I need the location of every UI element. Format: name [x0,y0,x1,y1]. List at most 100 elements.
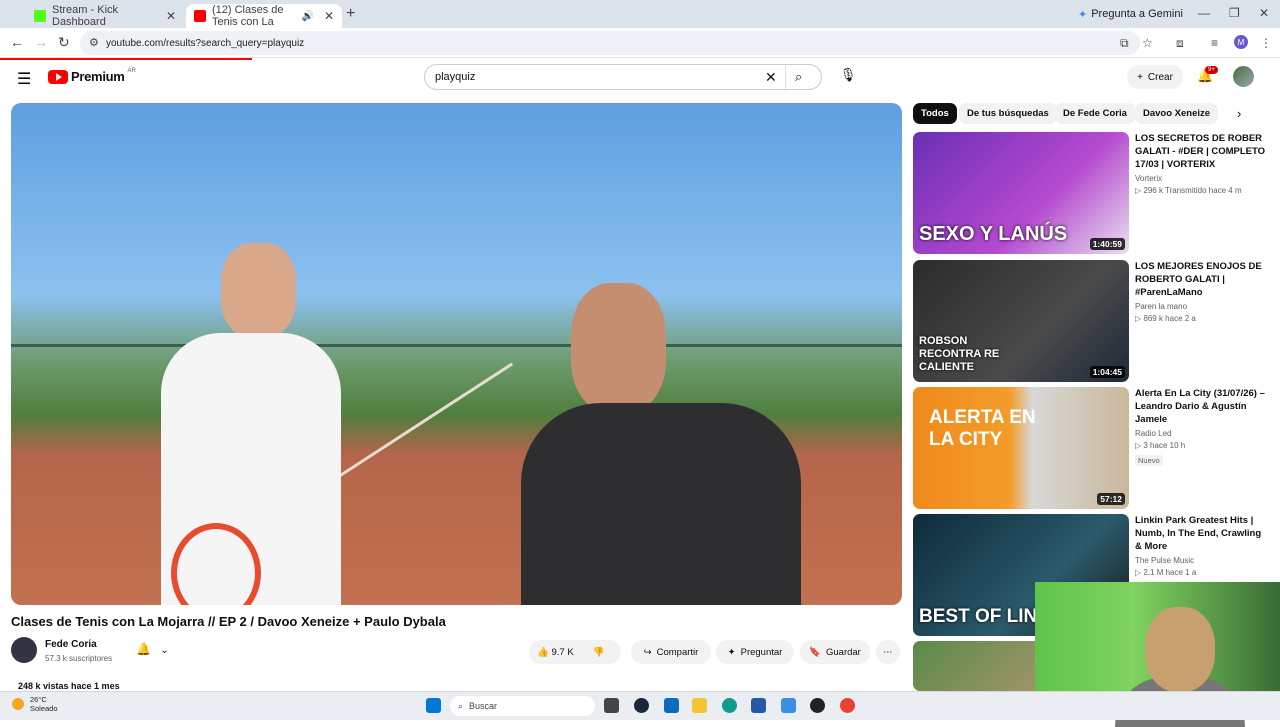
share-icon: ↪ [643,646,652,658]
recommendation-channel[interactable]: Radio Led [1135,429,1267,438]
channel-avatar[interactable] [11,637,37,663]
obs-icon[interactable] [810,698,825,713]
search-input[interactable]: playquiz [435,71,475,83]
search-box[interactable]: playquiz ✕ ⌕ [424,64,822,90]
video-player[interactable] [11,103,902,605]
browser-tab-strip: Stream - Kick Dashboard ✕ (12) Clases de… [0,0,1280,28]
share-label: Compartir [656,646,699,658]
subscriber-count: 57.3 k suscriptores [45,654,113,663]
video-duration: 57:12 [1097,493,1125,505]
subscription-bell-button[interactable]: 🔔 ⌄ [136,642,176,662]
video-duration: 1:40:59 [1089,238,1125,250]
create-label: Crear [1147,71,1173,83]
recommendation-meta: ▷ 869 k hace 2 a [1135,314,1196,323]
back-arrow-icon[interactable]: ← [10,34,24,50]
bookmark-star-icon[interactable]: ☆ [1142,36,1153,50]
chip-davoo-xeneize[interactable]: Davoo Xeneize [1135,103,1219,124]
store-icon[interactable] [751,698,766,713]
chevron-right-icon[interactable]: › [1237,106,1241,121]
chip-de-tus-busquedas[interactable]: De tus búsquedas [959,103,1057,124]
new-badge: Nuevo [1135,455,1163,466]
close-window-icon[interactable]: ✕ [1259,6,1269,20]
reload-icon[interactable]: ↻ [58,34,70,51]
recommendation-title[interactable]: LOS SECRETOS DE ROBER GALATI - #DER | CO… [1135,132,1267,171]
weather-widget[interactable]: 26°C Soleado [12,695,58,713]
profile-avatar[interactable]: M [1234,35,1248,49]
recommendation-title[interactable]: Linkin Park Greatest Hits | Numb, In The… [1135,514,1267,553]
new-tab-button[interactable]: + [346,5,355,23]
recommendation-item[interactable]: SEXO Y LANÚS 1:40:59 LOS SECRETOS DE ROB… [913,132,1273,254]
extensions-icon[interactable]: ⧈ [1176,36,1184,51]
ask-gemini-button[interactable]: ✦ Pregunta a Gemini [1078,5,1183,23]
like-button[interactable]: 👍 9.7 K [537,647,574,658]
minimize-icon[interactable]: — [1198,6,1210,20]
recommendation-title[interactable]: Alerta En La City (31/07/26) – Leandro D… [1135,387,1267,426]
site-info-icon[interactable]: ⚙ [89,36,99,49]
ask-label: Preguntar [740,646,783,658]
recommendation-item[interactable]: ALERTA EN LA CITY 57:12 Alerta En La Cit… [913,387,1273,509]
youtube-play-icon [48,69,68,84]
mail-icon[interactable] [781,698,796,713]
recommendation-channel[interactable]: Vorterix [1135,174,1267,183]
recommendation-meta: ▷ 2.1 M hace 1 a [1135,568,1197,577]
ask-button[interactable]: ✦ Preguntar [716,640,794,664]
taskbar-search-placeholder: Buscar [469,701,498,711]
chrome-menu-icon[interactable]: ⋮ [1260,36,1272,50]
hamburger-menu-icon[interactable]: ☰ [17,69,31,89]
clear-search-icon[interactable]: ✕ [765,69,777,86]
view-count: 248 k vistas hace 1 mes [18,681,120,691]
install-app-icon[interactable]: ⧉ [1120,36,1129,51]
copilot-icon[interactable] [664,698,679,713]
microphone-icon[interactable]: 🎙 [838,67,858,87]
thumbnail-text: SEXO Y LANÚS [919,223,1068,245]
reading-list-icon[interactable]: ≡ [1211,36,1218,50]
create-button[interactable]: + Crear [1127,65,1183,89]
chevron-down-icon: ⌄ [160,645,169,656]
temperature: 26°C [30,695,47,704]
video-thumbnail[interactable]: ALERTA EN LA CITY 57:12 [913,387,1129,509]
windows-start-icon[interactable] [426,698,441,713]
chrome-icon[interactable] [840,698,855,713]
steam-icon[interactable] [634,698,649,713]
recommendation-channel[interactable]: The Pulse Music [1135,556,1267,565]
recommendation-item[interactable]: ROBSON RECONTRA RE CALIENTE 1:04:45 LOS … [913,260,1273,382]
restore-icon[interactable]: ❐ [1229,6,1240,20]
file-explorer-icon[interactable] [692,698,707,713]
webcam-person-face [1145,607,1215,692]
tab-kick-dashboard[interactable]: Stream - Kick Dashboard ✕ [26,4,184,28]
like-count: 9.7 K [551,646,574,658]
video-thumbnail[interactable]: ROBSON RECONTRA RE CALIENTE 1:04:45 [913,260,1129,382]
account-avatar[interactable] [1233,66,1254,87]
close-tab-icon[interactable]: ✕ [166,9,176,23]
video-title: Clases de Tenis con La Mojarra // EP 2 /… [11,614,446,629]
video-frame-person-right-head [571,283,666,413]
more-actions-icon[interactable]: ⋯ [876,640,900,664]
search-icon[interactable]: ⌕ [795,69,802,85]
tab-title: (12) Clases de Tenis con La [212,4,284,28]
video-thumbnail[interactable]: SEXO Y LANÚS 1:40:59 [913,132,1129,254]
youtube-premium-logo[interactable]: Premium AR [48,68,136,84]
close-tab-icon[interactable]: ✕ [324,9,334,23]
dislike-icon[interactable]: 👎 [593,647,605,658]
logo-wordmark: Premium [71,69,125,84]
chip-todos[interactable]: Todos [913,103,957,124]
channel-name[interactable]: Fede Coria [45,639,97,650]
edge-icon[interactable] [722,698,737,713]
plus-icon: + [1137,71,1143,83]
share-button[interactable]: ↪ Compartir [631,640,711,664]
tab-youtube-video[interactable]: (12) Clases de Tenis con La 🔊 ✕ [186,4,342,28]
recommendation-channel[interactable]: Paren la mano [1135,302,1267,311]
recommendation-meta: ▷ 3 hace 10 h [1135,441,1186,450]
gemini-label: Pregunta a Gemini [1091,8,1183,20]
chip-de-fede-coria[interactable]: De Fede Coria [1055,103,1135,124]
speaker-icon[interactable]: 🔊 [301,11,313,22]
save-button[interactable]: 🔖 Guardar [800,640,870,664]
bell-icon: 🔔 [136,642,151,656]
forward-arrow-icon[interactable]: → [34,34,48,50]
address-bar[interactable]: ⚙ youtube.com/results?search_query=playq… [80,31,1140,55]
taskbar-search[interactable]: ⌕ Buscar [450,696,595,716]
recommendation-title[interactable]: LOS MEJORES ENOJOS DE ROBERTO GALATI | #… [1135,260,1267,299]
video-frame-person-left-head [221,243,296,338]
tab-title: Stream - Kick Dashboard [52,4,119,28]
task-view-icon[interactable] [604,698,619,713]
